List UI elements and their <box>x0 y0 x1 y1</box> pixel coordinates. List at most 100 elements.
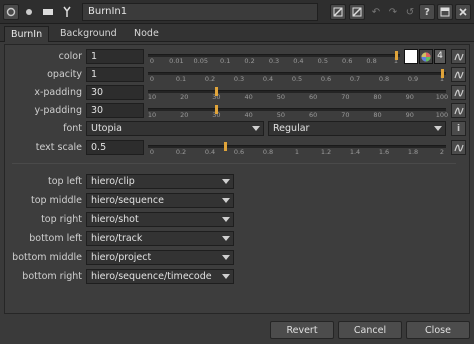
undo-icon[interactable]: ↶ <box>368 4 384 20</box>
color-animation-icon[interactable] <box>451 49 466 64</box>
slider-tick-label: 0.2 <box>204 75 216 83</box>
color-swatch[interactable] <box>404 49 418 64</box>
button-bar <box>0 316 474 344</box>
slider-tick-label: 100 <box>435 111 449 119</box>
x-padding-value-field[interactable]: 30 <box>86 85 144 100</box>
section-divider <box>12 163 456 164</box>
tools-icon[interactable] <box>59 4 75 20</box>
slider-tick-label: 0.6 <box>320 75 332 83</box>
x-padding-slider[interactable]: 10 20 30 40 50 60 70 80 90 100 <box>147 86 449 101</box>
slider-tick-label: 0.01 <box>169 57 184 65</box>
slider-tick-label: 100 <box>435 93 449 101</box>
node-settings-icon[interactable] <box>3 4 19 20</box>
slider-tick-label: 70 <box>341 111 350 119</box>
top-right-label: top right <box>41 214 82 225</box>
font-label: font <box>63 123 82 134</box>
color-label: color <box>58 51 82 62</box>
text-scale-slider[interactable]: 0 0.2 0.4 0.6 0.8 1 1.2 1.4 1.6 1.8 2 <box>148 141 446 156</box>
top-middle-label: top middle <box>30 195 82 206</box>
chevron-down-icon <box>252 126 260 131</box>
slider-tick-label: 10 <box>147 93 157 101</box>
chevron-down-icon <box>222 274 230 279</box>
redo-icon[interactable]: ↷ <box>385 4 401 20</box>
slider-tick-label: 1.6 <box>378 148 390 156</box>
tab-background[interactable]: Background <box>54 26 123 42</box>
cancel-button[interactable]: Cancel <box>338 321 402 339</box>
tab-node[interactable]: Node <box>128 26 165 42</box>
bottom-middle-dropdown[interactable]: hiero/project <box>86 250 234 265</box>
slider-tick-label: 0.8 <box>366 57 377 65</box>
opacity-value-field[interactable]: 1 <box>86 67 144 82</box>
slider-handle[interactable] <box>215 105 219 114</box>
chevron-down-icon <box>222 255 230 260</box>
float-icon[interactable] <box>437 4 453 20</box>
slider-tick-label: 0.8 <box>378 75 390 83</box>
bottom-left-dropdown[interactable]: hiero/track <box>86 231 234 246</box>
slider-tick-label: 80 <box>373 111 382 119</box>
y-padding-label: y-padding <box>34 105 83 116</box>
chevron-down-icon <box>434 126 442 131</box>
node-color-icon[interactable] <box>40 4 56 20</box>
chevron-down-icon <box>222 198 230 203</box>
node-name-field[interactable]: BurnIn1 <box>82 3 318 21</box>
slider-tick-label: 0.8 <box>262 148 274 156</box>
title-bar: BurnIn1 ↶ ↷ ↺ ? <box>0 0 474 24</box>
close-icon[interactable] <box>455 4 471 20</box>
slider-tick-label: 50 <box>276 93 286 101</box>
opacity-label: opacity <box>47 69 82 80</box>
slider-tick-label: 80 <box>373 93 382 101</box>
rect-a-icon[interactable] <box>330 4 346 20</box>
top-right-dropdown[interactable]: hiero/shot <box>86 212 234 227</box>
slider-handle[interactable] <box>441 69 444 78</box>
opacity-slider[interactable]: 0 0.1 0.2 0.3 0.4 0.5 0.6 0.7 0.8 0.9 1 <box>148 68 446 83</box>
pin-icon[interactable] <box>21 4 37 20</box>
slider-handle[interactable] <box>395 51 398 60</box>
slider-tick-label: 0.1 <box>220 57 231 65</box>
font-style-dropdown[interactable]: Regular <box>268 121 446 136</box>
color-slider[interactable]: 0 0.01 0.05 0.1 0.2 0.3 0.4 0.5 0.6 0.8 1 <box>148 50 400 65</box>
opacity-animation-icon[interactable] <box>451 67 466 82</box>
slider-handle[interactable] <box>215 87 219 96</box>
y-padding-slider[interactable]: 10 20 30 40 50 60 70 80 90 100 <box>147 104 449 119</box>
revert-button[interactable]: Revert <box>270 321 334 339</box>
help-icon[interactable]: ? <box>419 4 435 20</box>
slider-tick-label: 70 <box>341 93 350 101</box>
top-left-label: top left <box>48 176 82 187</box>
font-info-icon[interactable]: i <box>451 121 466 136</box>
slider-tick-label: 0.4 <box>204 148 216 156</box>
color-wheel-icon[interactable] <box>419 49 433 64</box>
slider-tick-label: 0.9 <box>407 75 419 83</box>
revert-icon[interactable]: ↺ <box>402 4 418 20</box>
slider-tick-label: 40 <box>244 111 253 119</box>
close-button[interactable]: Close <box>406 321 470 339</box>
rect-b-icon[interactable] <box>349 4 365 20</box>
font-family-value: Utopia <box>91 123 122 134</box>
text-scale-label: text scale <box>35 142 82 153</box>
bottom-right-dropdown[interactable]: hiero/sequence/timecode <box>86 269 234 284</box>
slider-handle[interactable] <box>223 142 227 151</box>
bottom-left-value: hiero/track <box>91 233 143 244</box>
slider-tick-label: 20 <box>180 93 189 101</box>
top-middle-value: hiero/sequence <box>91 195 164 206</box>
slider-tick-label: 0.1 <box>175 75 187 83</box>
slider-tick-label: 0.4 <box>293 57 304 65</box>
channel-count-button[interactable]: 4 <box>434 49 446 64</box>
color-value-field[interactable]: 1 <box>86 49 144 64</box>
x-padding-animation-icon[interactable] <box>451 85 466 100</box>
bottom-right-value: hiero/sequence/timecode <box>91 271 212 282</box>
text-scale-animation-icon[interactable] <box>451 140 466 155</box>
top-left-dropdown[interactable]: hiero/clip <box>86 174 234 189</box>
text-scale-value-field[interactable]: 0.5 <box>86 140 144 155</box>
slider-tick-label: 1.8 <box>407 148 419 156</box>
slider-tick-label: 2 <box>439 148 445 156</box>
bottom-middle-label: bottom middle <box>12 252 82 263</box>
y-padding-animation-icon[interactable] <box>451 103 466 118</box>
tab-burnin[interactable]: BurnIn <box>4 26 50 42</box>
slider-tick-label: 0.3 <box>233 75 245 83</box>
top-middle-dropdown[interactable]: hiero/sequence <box>86 193 234 208</box>
font-family-dropdown[interactable]: Utopia <box>86 121 264 136</box>
slider-tick-label: 1.2 <box>320 148 332 156</box>
slider-tick-label: 1.4 <box>349 148 361 156</box>
y-padding-value-field[interactable]: 30 <box>86 103 144 118</box>
slider-tick-label: 10 <box>147 111 157 119</box>
